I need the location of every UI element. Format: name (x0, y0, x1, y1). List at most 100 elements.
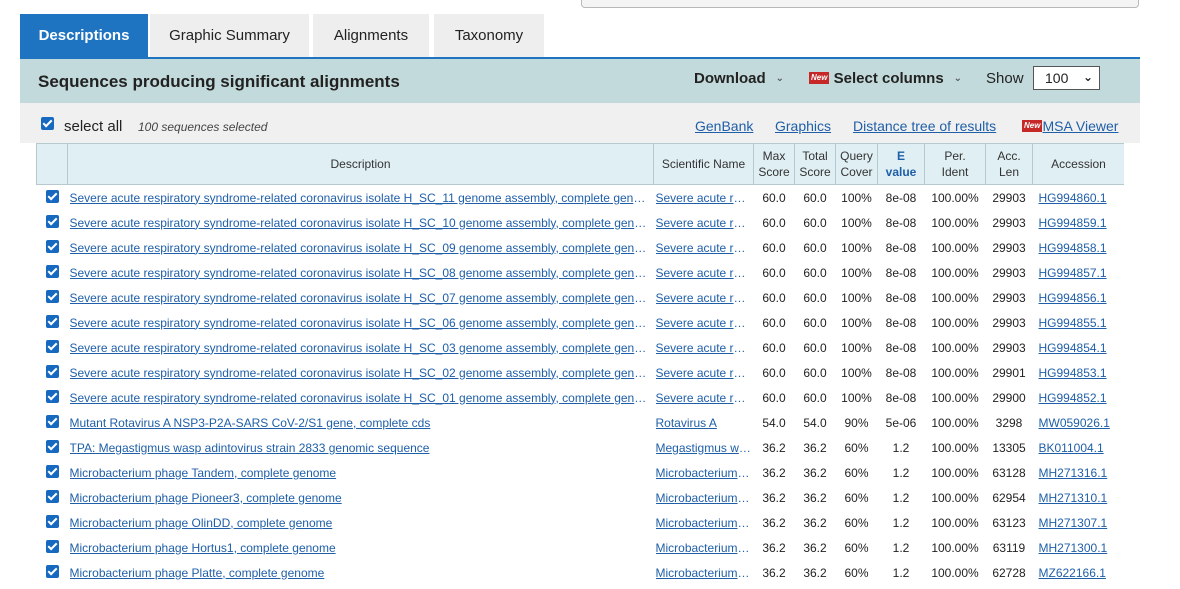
distance-tree-link[interactable]: Distance tree of results (853, 118, 996, 134)
description-link[interactable]: Severe acute respiratory syndrome-relate… (70, 341, 652, 355)
tab-taxonomy[interactable]: Taxonomy (434, 14, 544, 57)
col-scientific-name[interactable]: Scientific Name (653, 143, 754, 185)
col-total-score[interactable]: Total Score (794, 143, 836, 185)
scientific-name-link[interactable]: Megastigmus wasp adintovirus (656, 441, 752, 455)
accession-link[interactable]: MH271316.1 (1039, 466, 1108, 480)
top-search-box[interactable] (581, 0, 1139, 8)
col-acc-len[interactable]: Acc. Len (985, 143, 1033, 185)
col-description[interactable]: Description (67, 143, 654, 185)
row-checkbox[interactable] (45, 339, 59, 353)
graphics-link[interactable]: Graphics (775, 118, 831, 134)
accession-cell: MW059026.1 (1033, 410, 1125, 435)
select-all-label[interactable]: select all (64, 118, 122, 135)
row-checkbox[interactable] (45, 389, 59, 403)
row-checkbox[interactable] (45, 189, 59, 203)
row-checkbox[interactable] (45, 239, 59, 253)
description-link[interactable]: Severe acute respiratory syndrome-relate… (70, 366, 652, 380)
scientific-name-link[interactable]: Severe acute respiratory syndrome-relate… (656, 316, 752, 330)
tab-descriptions[interactable]: Descriptions (20, 14, 148, 57)
scientific-name-link[interactable]: Severe acute respiratory syndrome-relate… (656, 341, 752, 355)
accession-link[interactable]: MH271310.1 (1039, 491, 1108, 505)
row-checkbox[interactable] (45, 514, 59, 528)
description-link[interactable]: Severe acute respiratory syndrome-relate… (70, 316, 652, 330)
scientific-name-link[interactable]: Microbacterium phage Tandem (656, 466, 752, 480)
query-cover-cell: 100% (841, 265, 872, 280)
description-cell: Mutant Rotavirus A NSP3-P2A-SARS CoV-2/S… (68, 410, 654, 435)
scientific-name-link[interactable]: Severe acute respiratory syndrome-relate… (656, 391, 752, 405)
accession-link[interactable]: HG994859.1 (1039, 216, 1107, 230)
description-link[interactable]: Severe acute respiratory syndrome-relate… (70, 216, 652, 230)
scientific-name-link[interactable]: Severe acute respiratory syndrome-relate… (656, 291, 752, 305)
description-link[interactable]: Mutant Rotavirus A NSP3-P2A-SARS CoV-2/S… (70, 416, 652, 430)
col-e-value[interactable]: Evalue (877, 143, 925, 185)
query-cover-cell: 100% (841, 215, 872, 230)
table-row: Microbacterium phage Hortus1, complete g… (37, 535, 1125, 560)
row-checkbox[interactable] (45, 464, 59, 478)
description-link[interactable]: Microbacterium phage Pioneer3, complete … (70, 491, 652, 505)
description-link[interactable]: Microbacterium phage Platte, complete ge… (70, 566, 652, 580)
row-checkbox[interactable] (45, 214, 59, 228)
show-count-select[interactable]: 100 ⌄ (1033, 66, 1100, 90)
scientific-name-link[interactable]: Microbacterium phage Platte (656, 566, 752, 580)
select-columns-menu[interactable]: New Select columns ⌄ (809, 70, 962, 87)
row-checkbox[interactable] (45, 314, 59, 328)
select-all-checkbox[interactable] (41, 117, 54, 130)
tab-graphic-summary[interactable]: Graphic Summary (150, 14, 309, 57)
scientific-name-cell: Severe acute respiratory syndrome-relate… (654, 185, 754, 211)
scientific-name-link[interactable]: Microbacterium phage Hortus1 (656, 541, 752, 555)
accession-link[interactable]: BK011004.1 (1039, 441, 1104, 455)
description-link[interactable]: TPA: Megastigmus wasp adintovirus strain… (70, 441, 652, 455)
row-select-cell (37, 560, 68, 585)
chevron-down-icon: ⌄ (1082, 70, 1093, 84)
accession-cell: HG994858.1 (1033, 235, 1125, 260)
row-checkbox[interactable] (45, 289, 59, 303)
accession-link[interactable]: HG994856.1 (1039, 291, 1107, 305)
col-per-ident[interactable]: Per. Ident (924, 143, 986, 185)
col-max-score[interactable]: Max Score (753, 143, 795, 185)
accession-link[interactable]: MW059026.1 (1039, 416, 1110, 430)
accession-link[interactable]: HG994853.1 (1039, 366, 1107, 380)
description-link[interactable]: Severe acute respiratory syndrome-relate… (70, 391, 652, 405)
description-link[interactable]: Severe acute respiratory syndrome-relate… (70, 191, 652, 205)
row-checkbox[interactable] (45, 439, 59, 453)
accession-link[interactable]: HG994860.1 (1039, 191, 1107, 205)
accession-link[interactable]: HG994857.1 (1039, 266, 1107, 280)
scientific-name-link[interactable]: Microbacterium phage OlinDD (656, 516, 752, 530)
description-link[interactable]: Severe acute respiratory syndrome-relate… (70, 266, 652, 280)
accession-link[interactable]: MH271300.1 (1039, 541, 1108, 555)
per-ident-cell: 100.00% (931, 565, 979, 580)
scientific-name-link[interactable]: Rotavirus A (656, 416, 752, 430)
scientific-name-link[interactable]: Severe acute respiratory syndrome-relate… (656, 266, 752, 280)
col-accession[interactable]: Accession (1032, 143, 1124, 185)
row-checkbox[interactable] (45, 539, 59, 553)
col-query-cover[interactable]: Query Cover (835, 143, 878, 185)
tab-alignments[interactable]: Alignments (313, 14, 429, 57)
description-cell: Severe acute respiratory syndrome-relate… (68, 385, 654, 410)
accession-link[interactable]: HG994858.1 (1039, 241, 1107, 255)
results-toolbar: select all 100 sequences selected GenBan… (20, 103, 1140, 143)
scientific-name-link[interactable]: Severe acute respiratory syndrome-relate… (656, 216, 752, 230)
accession-link[interactable]: MH271307.1 (1039, 516, 1108, 530)
description-link[interactable]: Microbacterium phage Hortus1, complete g… (70, 541, 652, 555)
scientific-name-link[interactable]: Microbacterium phage Pioneer3 (656, 491, 752, 505)
description-link[interactable]: Severe acute respiratory syndrome-relate… (70, 291, 652, 305)
row-checkbox[interactable] (45, 489, 59, 503)
row-checkbox[interactable] (45, 414, 59, 428)
download-menu[interactable]: Download ⌄ (694, 70, 784, 87)
msa-viewer-link[interactable]: New MSA Viewer (1022, 118, 1118, 134)
scientific-name-link[interactable]: Severe acute respiratory syndrome-relate… (656, 241, 752, 255)
row-checkbox[interactable] (45, 264, 59, 278)
genbank-link[interactable]: GenBank (695, 118, 753, 134)
description-link[interactable]: Microbacterium phage Tandem, complete ge… (70, 466, 652, 480)
row-checkbox[interactable] (45, 564, 59, 578)
scientific-name-link[interactable]: Severe acute respiratory syndrome-relate… (656, 191, 752, 205)
description-link[interactable]: Microbacterium phage OlinDD, complete ge… (70, 516, 652, 530)
accession-link[interactable]: MZ622166.1 (1039, 566, 1106, 580)
accession-link[interactable]: HG994852.1 (1039, 391, 1107, 405)
total-score-cell: 60.0 (803, 290, 827, 305)
accession-link[interactable]: HG994854.1 (1039, 341, 1107, 355)
scientific-name-link[interactable]: Severe acute respiratory syndrome-relate… (656, 366, 752, 380)
accession-link[interactable]: HG994855.1 (1039, 316, 1107, 330)
row-checkbox[interactable] (45, 364, 59, 378)
description-link[interactable]: Severe acute respiratory syndrome-relate… (70, 241, 652, 255)
